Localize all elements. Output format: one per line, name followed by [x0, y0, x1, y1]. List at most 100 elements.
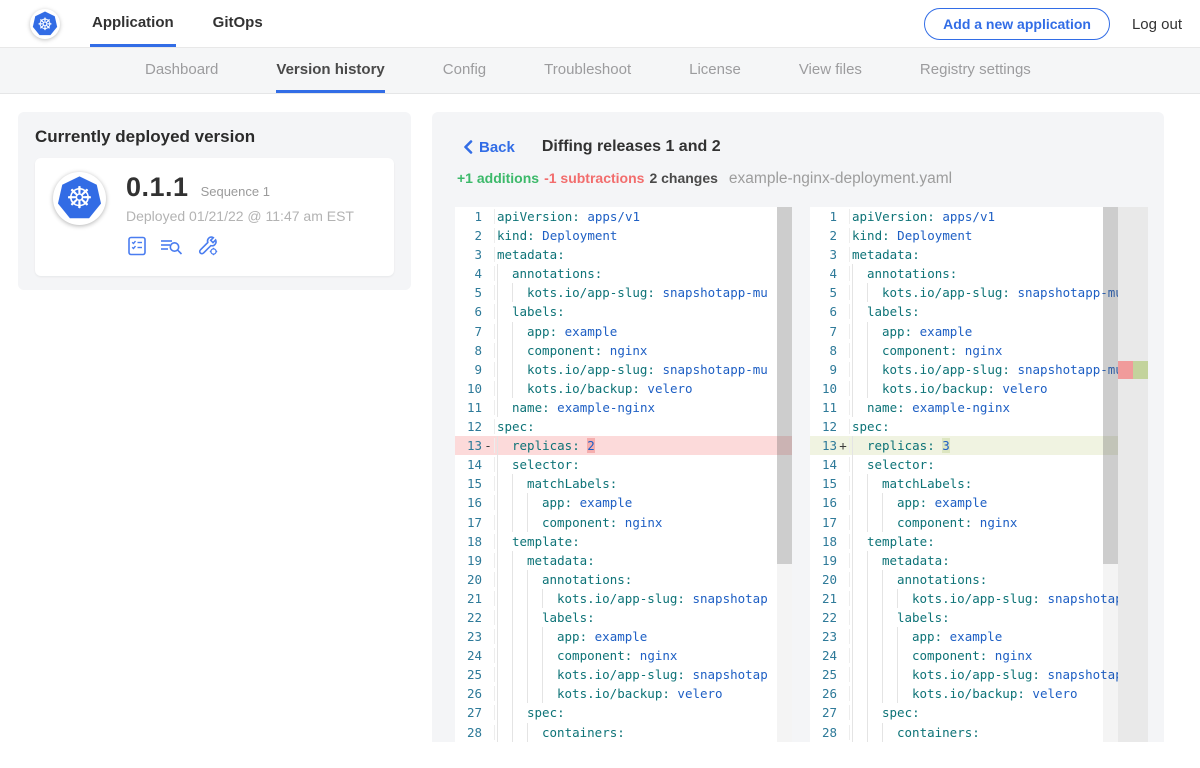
app-subnav: Dashboard Version history Config Trouble… [0, 48, 1200, 94]
code-line: 24component: nginx [455, 646, 792, 665]
diff-pane-modified: 1apiVersion: apps/v12kind: Deployment3me… [810, 207, 1148, 742]
code-line: 26kots.io/backup: velero [455, 684, 792, 703]
code-line: 12spec: [455, 417, 792, 436]
diff-card: Back Diffing releases 1 and 2 +1 additio… [432, 112, 1164, 742]
code-line: 2kind: Deployment [810, 226, 1148, 245]
code-line: 19metadata: [810, 551, 1148, 570]
subtab-registry-settings[interactable]: Registry settings [920, 48, 1031, 93]
code-line: 9kots.io/app-slug: snapshotapp-mu [810, 360, 1148, 379]
code-line: 19metadata: [455, 551, 792, 570]
scrollbar-thumb[interactable] [777, 207, 792, 564]
code-line: 20annotations: [455, 570, 792, 589]
code-line: 4annotations: [455, 264, 792, 283]
code-line: 28containers: [455, 723, 792, 742]
code-line: 25kots.io/app-slug: snapshotap [455, 665, 792, 684]
code-line: 20annotations: [810, 570, 1148, 589]
subtab-view-files[interactable]: View files [799, 48, 862, 93]
code-line: 28containers: [810, 723, 1148, 742]
code-line: 8component: nginx [810, 341, 1148, 360]
code-line: 5kots.io/app-slug: snapshotapp-mu [455, 283, 792, 302]
code-line: 5kots.io/app-slug: snapshotapp-mu [810, 283, 1148, 302]
main-content: Currently deployed version ☸ 0.1.1 Seque… [0, 94, 1200, 768]
code-line: 22labels: [455, 608, 792, 627]
subtab-config[interactable]: Config [443, 48, 486, 93]
kubernetes-helm-icon: ☸ [57, 176, 103, 222]
diff-overview-ruler [1118, 207, 1148, 742]
code-line: 23app: example [810, 627, 1148, 646]
code-line: 10kots.io/backup: velero [455, 379, 792, 398]
deployed-card-title: Currently deployed version [35, 127, 394, 147]
code-line: 22labels: [810, 608, 1148, 627]
code-line: 14selector: [810, 455, 1148, 474]
code-editor-modified[interactable]: 1apiVersion: apps/v12kind: Deployment3me… [810, 207, 1148, 742]
subtab-troubleshoot[interactable]: Troubleshoot [544, 48, 631, 93]
back-label: Back [479, 139, 515, 156]
code-line: 7app: example [455, 322, 792, 341]
add-application-button[interactable]: Add a new application [924, 8, 1110, 40]
code-line: 24component: nginx [810, 646, 1148, 665]
code-line: 21kots.io/app-slug: snapshotap [455, 589, 792, 608]
diff-title: Diffing releases 1 and 2 [542, 138, 721, 156]
scrollbar-thumb[interactable] [1103, 207, 1118, 564]
version-number: 0.1.1 [126, 172, 189, 203]
code-line: 2kind: Deployment [455, 226, 792, 245]
ruler-deletion-marker [1118, 361, 1133, 379]
subtractions-count: -1 subtractions [544, 170, 644, 186]
code-line: 14selector: [455, 455, 792, 474]
code-line: 25kots.io/app-slug: snapshotap [810, 665, 1148, 684]
preflight-checklist-icon[interactable] [126, 235, 148, 257]
diff-stats: +1 additions -1 subtractions 2 changes e… [457, 170, 1164, 188]
changes-count: 2 changes [649, 170, 717, 186]
tab-gitops[interactable]: GitOps [211, 0, 265, 47]
code-line: 1apiVersion: apps/v1 [455, 207, 792, 226]
code-line: 15matchLabels: [810, 474, 1148, 493]
code-line: 21kots.io/app-slug: snapshotap [810, 589, 1148, 608]
code-line: 18template: [810, 532, 1148, 551]
code-line: 26kots.io/backup: velero [810, 684, 1148, 703]
code-line: 4annotations: [810, 264, 1148, 283]
code-line: 11name: example-nginx [455, 398, 792, 417]
subtab-dashboard[interactable]: Dashboard [145, 48, 218, 93]
code-line: 16app: example [810, 493, 1148, 512]
diff-filename: example-nginx-deployment.yaml [729, 170, 952, 188]
subtab-license[interactable]: License [689, 48, 741, 93]
config-wrench-icon[interactable] [196, 234, 220, 258]
code-line: 7app: example [810, 322, 1148, 341]
back-button[interactable]: Back [463, 139, 515, 156]
tab-application[interactable]: Application [90, 0, 176, 47]
code-line: 9kots.io/app-slug: snapshotapp-mu [455, 360, 792, 379]
kubernetes-helm-icon: ☸ [32, 11, 58, 37]
additions-count: +1 additions [457, 170, 539, 186]
app-logo: ☸ [53, 172, 106, 225]
subtab-version-history[interactable]: Version history [276, 48, 384, 93]
deployed-version-tile: ☸ 0.1.1 Sequence 1 Deployed 01/21/22 @ 1… [35, 158, 394, 276]
diff-panes: 1apiVersion: apps/v12kind: Deployment3me… [432, 207, 1164, 742]
code-editor-original[interactable]: 1apiVersion: apps/v12kind: Deployment3me… [455, 207, 792, 742]
code-line: 6labels: [455, 302, 792, 321]
sequence-label: Sequence 1 [201, 184, 270, 199]
code-line: 27spec: [455, 703, 792, 722]
code-line: 18template: [455, 532, 792, 551]
logout-link[interactable]: Log out [1132, 16, 1182, 33]
code-line: 27spec: [810, 703, 1148, 722]
top-nav: ☸ Application GitOps Add a new applicati… [0, 0, 1200, 48]
code-line: 13+replicas: 3 [810, 436, 1148, 455]
top-tabs: Application GitOps [90, 0, 300, 47]
code-line: 3metadata: [455, 245, 792, 264]
code-line: 3metadata: [810, 245, 1148, 264]
code-line: 17component: nginx [810, 513, 1148, 532]
code-line: 12spec: [810, 417, 1148, 436]
code-line: 10kots.io/backup: velero [810, 379, 1148, 398]
version-action-icons [126, 234, 354, 258]
diff-pane-original: 1apiVersion: apps/v12kind: Deployment3me… [455, 207, 792, 742]
deploy-logs-icon[interactable] [159, 235, 185, 257]
ruler-addition-marker [1133, 361, 1148, 379]
topnav-right: Add a new application Log out [924, 0, 1182, 48]
code-line: 23app: example [455, 627, 792, 646]
code-line: 6labels: [810, 302, 1148, 321]
code-line: 15matchLabels: [455, 474, 792, 493]
kubernetes-logo: ☸ [30, 9, 60, 39]
code-line: 16app: example [455, 493, 792, 512]
code-line: 1apiVersion: apps/v1 [810, 207, 1148, 226]
currently-deployed-card: Currently deployed version ☸ 0.1.1 Seque… [18, 112, 411, 290]
